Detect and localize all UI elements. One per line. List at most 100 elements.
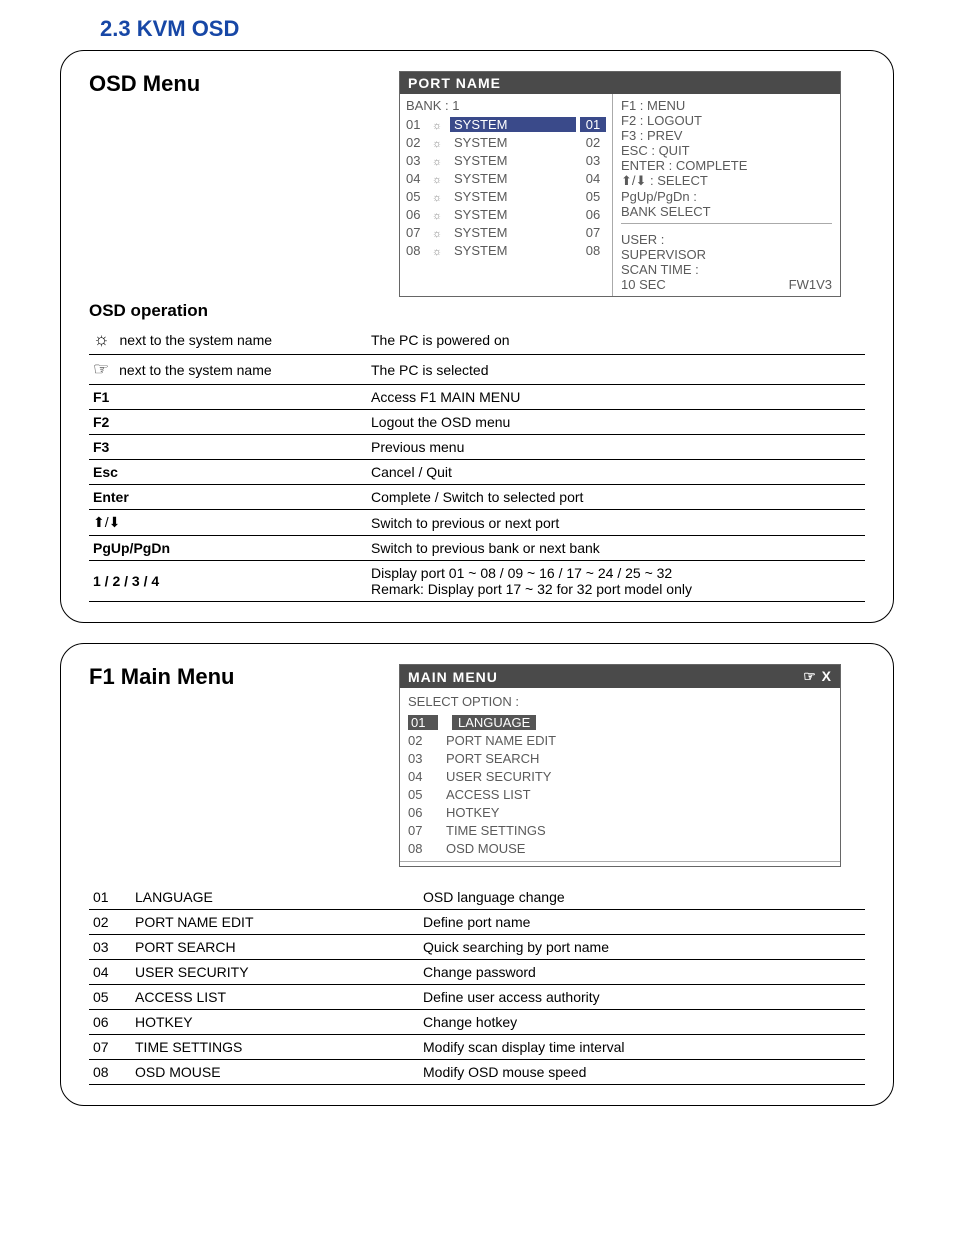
table-row: 08OSD MOUSEModify OSD mouse speed [89, 1060, 865, 1085]
help-line: PgUp/PgDn : [621, 189, 832, 204]
table-row: 02PORT NAME EDITDefine port name [89, 910, 865, 935]
menu-option[interactable]: 05ACCESS LIST [408, 785, 832, 803]
osd-menu-panel: OSD Menu PORT NAME BANK : 1 01SYSTEM0102… [60, 50, 894, 623]
port-name: SYSTEM [450, 117, 576, 132]
legend-key: F2 [89, 410, 367, 435]
bank-label: BANK : 1 [406, 98, 606, 113]
table-row: 1 / 2 / 3 / 4Display port 01 ~ 08 / 09 ~… [89, 561, 865, 602]
option-desc: Define user access authority [419, 985, 865, 1010]
power-icon [432, 189, 446, 204]
option-name: USER SECURITY [131, 960, 419, 985]
menu-option[interactable]: 02 PORT NAME EDIT [408, 731, 832, 749]
help-line: BANK SELECT [621, 204, 832, 219]
table-row: next to the system name The PC is selecte… [89, 355, 865, 385]
option-name: HOTKEY [131, 1010, 419, 1035]
port-name: SYSTEM [450, 243, 576, 258]
option-name: HOTKEY [446, 805, 499, 820]
port-number: 08 [580, 243, 606, 258]
osd-port-name-screen: PORT NAME BANK : 1 01SYSTEM0102SYSTEM020… [399, 71, 841, 297]
port-index: 03 [406, 153, 428, 168]
power-icon [432, 117, 446, 132]
power-icon [432, 243, 446, 258]
port-number: 01 [580, 117, 606, 132]
legend-key: 1 / 2 / 3 / 4 [89, 561, 367, 602]
option-desc: OSD language change [419, 885, 865, 910]
close-icon[interactable]: ☞ X [803, 668, 832, 685]
option-number: 03 [89, 935, 131, 960]
option-name: LANGUAGE [131, 885, 419, 910]
port-name: SYSTEM [450, 207, 576, 222]
osd-status-box: USER : SUPERVISOR SCAN TIME : 10 SEC FW1… [621, 232, 832, 292]
port-row[interactable]: 08SYSTEM08 [406, 241, 606, 259]
menu-option[interactable]: 06HOTKEY [408, 803, 832, 821]
port-name: SYSTEM [450, 225, 576, 240]
option-desc: Quick searching by port name [419, 935, 865, 960]
legend-desc: Logout the OSD menu [367, 410, 865, 435]
osd-operation-table: next to the system nameThe PC is powered… [89, 325, 865, 602]
osd-operation-title: OSD operation [89, 301, 865, 321]
port-row[interactable]: 03SYSTEM03 [406, 151, 606, 169]
legend-key: next to the system name [120, 332, 273, 348]
legend-desc: Complete / Switch to selected port [367, 485, 865, 510]
menu-option[interactable]: 04USER SECURITY [408, 767, 832, 785]
port-index: 05 [406, 189, 428, 204]
option-name: PORT NAME EDIT [446, 733, 556, 748]
legend-key: PgUp/PgDn [89, 536, 367, 561]
port-number: 02 [580, 135, 606, 150]
option-number: 07 [89, 1035, 131, 1060]
option-number: 05 [408, 787, 432, 802]
option-desc: Modify OSD mouse speed [419, 1060, 865, 1085]
legend-desc: Previous menu [367, 435, 865, 460]
power-icon [432, 171, 446, 186]
menu-option[interactable]: 08OSD MOUSE [408, 839, 832, 857]
power-icon [432, 207, 446, 222]
table-row: 05ACCESS LISTDefine user access authorit… [89, 985, 865, 1010]
port-row[interactable]: 02SYSTEM02 [406, 133, 606, 151]
table-row: next to the system nameThe PC is powered… [89, 325, 865, 355]
legend-key: Enter [89, 485, 367, 510]
main-menu-table: 01LANGUAGEOSD language change02PORT NAME… [89, 885, 865, 1085]
port-number: 07 [580, 225, 606, 240]
option-name: LANGUAGE [452, 715, 536, 730]
port-row[interactable]: 01 SYSTEM 01 [406, 115, 606, 133]
option-name: PORT NAME EDIT [131, 910, 419, 935]
port-number: 06 [580, 207, 606, 222]
arrows-icon [93, 514, 120, 531]
legend-key: F3 [89, 435, 367, 460]
menu-option[interactable]: 01 LANGUAGE [408, 713, 832, 731]
port-name: SYSTEM [450, 153, 576, 168]
menu-option[interactable]: 03 PORT SEARCH [408, 749, 832, 767]
port-index: 04 [406, 171, 428, 186]
menu-option[interactable]: 07TIME SETTINGS [408, 821, 832, 839]
hand-icon [93, 359, 109, 380]
option-number: 01 [408, 715, 438, 730]
option-name: ACCESS LIST [131, 985, 419, 1010]
port-row[interactable]: 05SYSTEM05 [406, 187, 606, 205]
option-name: PORT SEARCH [446, 751, 539, 766]
power-icon [432, 225, 446, 240]
option-number: 08 [89, 1060, 131, 1085]
legend-desc: The PC is selected [367, 355, 865, 385]
option-name: TIME SETTINGS [131, 1035, 419, 1060]
osd-header-text: PORT NAME [408, 75, 501, 91]
power-icon [432, 135, 446, 150]
legend-key: next to the system name [119, 362, 272, 378]
option-name: USER SECURITY [446, 769, 551, 784]
osd-help-box: F1 : MENUF2 : LOGOUTF3 : PREVESC : QUITE… [621, 98, 832, 224]
legend-key: Esc [89, 460, 367, 485]
port-index: 01 [406, 117, 428, 132]
port-row[interactable]: 06SYSTEM06 [406, 205, 606, 223]
select-option-label: SELECT OPTION : [408, 694, 832, 709]
port-number: 05 [580, 189, 606, 204]
f1-main-menu-title: F1 Main Menu [89, 664, 369, 690]
option-name: PORT SEARCH [131, 935, 419, 960]
legend-desc: Switch to previous bank or next bank [367, 536, 865, 561]
sun-big-icon [93, 329, 110, 350]
table-row: F1Access F1 MAIN MENU [89, 385, 865, 410]
port-row[interactable]: 07SYSTEM07 [406, 223, 606, 241]
option-number: 02 [408, 733, 432, 748]
option-number: 03 [408, 751, 432, 766]
legend-desc: Display port 01 ~ 08 / 09 ~ 16 / 17 ~ 24… [367, 561, 865, 602]
option-desc: Change hotkey [419, 1010, 865, 1035]
port-row[interactable]: 04SYSTEM04 [406, 169, 606, 187]
